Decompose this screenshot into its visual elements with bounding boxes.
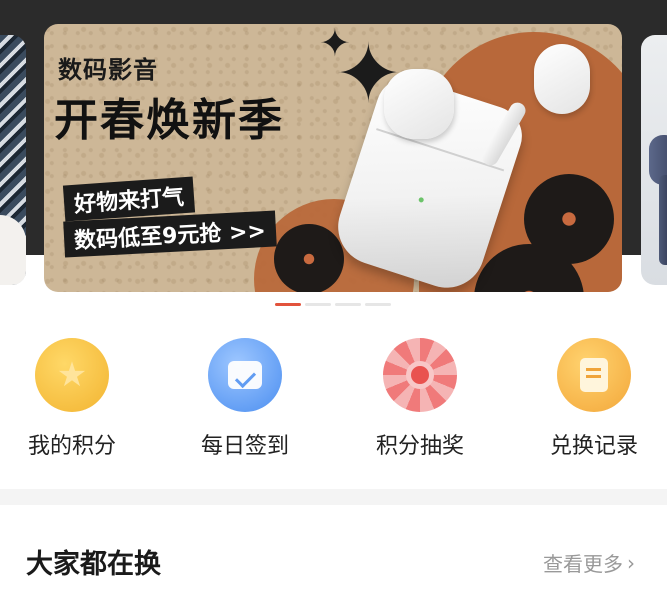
- earbud-image: [534, 44, 590, 114]
- earbud-image: [384, 69, 454, 139]
- view-more-label: 查看更多: [543, 552, 623, 576]
- document-icon: [580, 358, 608, 392]
- quick-actions: ★ 我的积分 每日签到 积分抽奖 兑换记录: [0, 338, 667, 468]
- banner-title: 开春焕新季: [54, 95, 284, 146]
- checkin-icon-bg: [208, 338, 282, 412]
- promo-banner[interactable]: ✦ ✦ 数码影音 开春焕新季 好物来打气 数码低至9元抢 >>: [44, 24, 622, 292]
- points-lottery-button[interactable]: 积分抽奖: [355, 338, 485, 460]
- calendar-check-icon: [228, 361, 262, 389]
- carousel-dot[interactable]: [335, 303, 361, 306]
- action-label: 积分抽奖: [375, 434, 464, 459]
- carousel-indicator: [275, 303, 391, 306]
- banner-subtitle: 数码影音: [58, 56, 158, 84]
- carousel-dot[interactable]: [365, 303, 391, 306]
- points-icon-bg: ★: [35, 338, 109, 412]
- case-led-indicator: [418, 196, 425, 204]
- page: ✦ ✦ 数码影音 开春焕新季 好物来打气 数码低至9元抢 >> ★ 我的积分 每…: [0, 0, 667, 591]
- my-points-button[interactable]: ★ 我的积分: [7, 338, 137, 460]
- carousel-next-card[interactable]: [641, 35, 667, 285]
- section-divider: [0, 489, 667, 505]
- carousel-dot[interactable]: [305, 303, 331, 306]
- vinyl-record-image: [274, 224, 344, 292]
- lottery-icon-bg: [383, 338, 457, 412]
- carousel-dot[interactable]: [275, 303, 301, 306]
- sparkle-icon: ✦: [319, 24, 351, 65]
- hair-dryer-handle: [659, 175, 667, 265]
- action-label: 兑换记录: [549, 434, 638, 459]
- daily-checkin-button[interactable]: 每日签到: [180, 338, 310, 460]
- exchange-history-button[interactable]: 兑换记录: [529, 338, 659, 460]
- chevron-right-icon: ›: [627, 550, 635, 575]
- section-title: 大家都在换: [26, 549, 161, 580]
- view-more-link[interactable]: 查看更多 ›: [543, 548, 635, 577]
- action-label: 我的积分: [27, 434, 116, 459]
- carousel-prev-card[interactable]: [0, 35, 26, 285]
- star-icon: ★: [56, 355, 88, 395]
- exchange-icon-bg: [557, 338, 631, 412]
- action-label: 每日签到: [200, 434, 289, 459]
- lottery-wheel-icon: [406, 361, 434, 389]
